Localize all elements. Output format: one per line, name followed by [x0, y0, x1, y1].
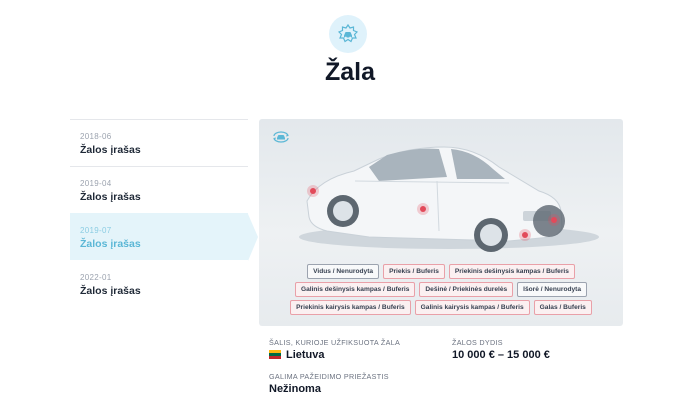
tag-row: Vidus / Nenurodyta Priekis / Buferis Pri…	[259, 264, 623, 279]
damage-tag[interactable]: Priekis / Buferis	[383, 264, 445, 279]
damage-tag[interactable]: Priekinis kairysis kampas / Buferis	[290, 300, 411, 315]
damage-tag[interactable]: Išorė / Nenurodyta	[517, 282, 588, 297]
timeline-item-active[interactable]: 2019-07 Žalos įrašas	[70, 213, 258, 261]
timeline-label: Žalos įrašas	[80, 238, 141, 250]
car-damage-view: Vidus / Nenurodyta Priekis / Buferis Pri…	[259, 119, 623, 326]
tag-row: Galinis dešinysis kampas / Buferis Dešin…	[259, 282, 623, 297]
damage-tag[interactable]: Galas / Buferis	[533, 300, 592, 315]
country-label: ŠALIS, KURIOJE UŽFIKSUOTA ŽALA	[269, 338, 401, 347]
timeline-date: 2019-04	[80, 179, 112, 188]
timeline-label: Žalos įrašas	[80, 144, 141, 156]
cause-label: GALIMA PAŽEIDIMO PRIEŽASTIS	[269, 372, 389, 381]
timeline-item[interactable]: 2022-01 Žalos įrašas	[70, 260, 248, 307]
damage-tag[interactable]: Dešinė / Priekinės durelės	[419, 282, 514, 297]
damage-size-value: 10 000 € – 15 000 €	[452, 349, 550, 361]
tag-row: Priekinis kairysis kampas / Buferis Gali…	[259, 300, 623, 315]
damage-tag[interactable]: Galinis kairysis kampas / Buferis	[414, 300, 530, 315]
timeline-label: Žalos įrašas	[80, 285, 141, 297]
damage-tag[interactable]: Vidus / Nenurodyta	[307, 264, 380, 279]
lithuania-flag-icon	[269, 350, 281, 359]
country-name: Lietuva	[286, 349, 325, 361]
timeline-date: 2018-06	[80, 132, 112, 141]
damage-tag[interactable]: Galinis dešinysis kampas / Buferis	[294, 282, 416, 297]
page-title: Žala	[324, 58, 376, 86]
damage-tags: Vidus / Nenurodyta Priekis / Buferis Pri…	[259, 264, 623, 318]
damage-timeline: 2018-06 Žalos įrašas 2019-04 Žalos įraša…	[70, 119, 258, 307]
car-damage-icon	[329, 15, 367, 53]
country-value: Lietuva	[269, 349, 325, 361]
damage-size-label: ŽALOS DYDIS	[452, 338, 503, 347]
timeline-date: 2019-07	[80, 226, 112, 235]
timeline-label: Žalos įrašas	[80, 191, 141, 203]
timeline-item[interactable]: 2018-06 Žalos įrašas	[70, 119, 248, 166]
cause-value: Nežinoma	[269, 383, 321, 395]
damage-tag[interactable]: Priekinis dešinysis kampas / Buferis	[448, 264, 575, 279]
rotate-view-icon[interactable]	[271, 129, 291, 145]
timeline-item[interactable]: 2019-04 Žalos įrašas	[70, 166, 248, 213]
timeline-date: 2022-01	[80, 273, 112, 282]
